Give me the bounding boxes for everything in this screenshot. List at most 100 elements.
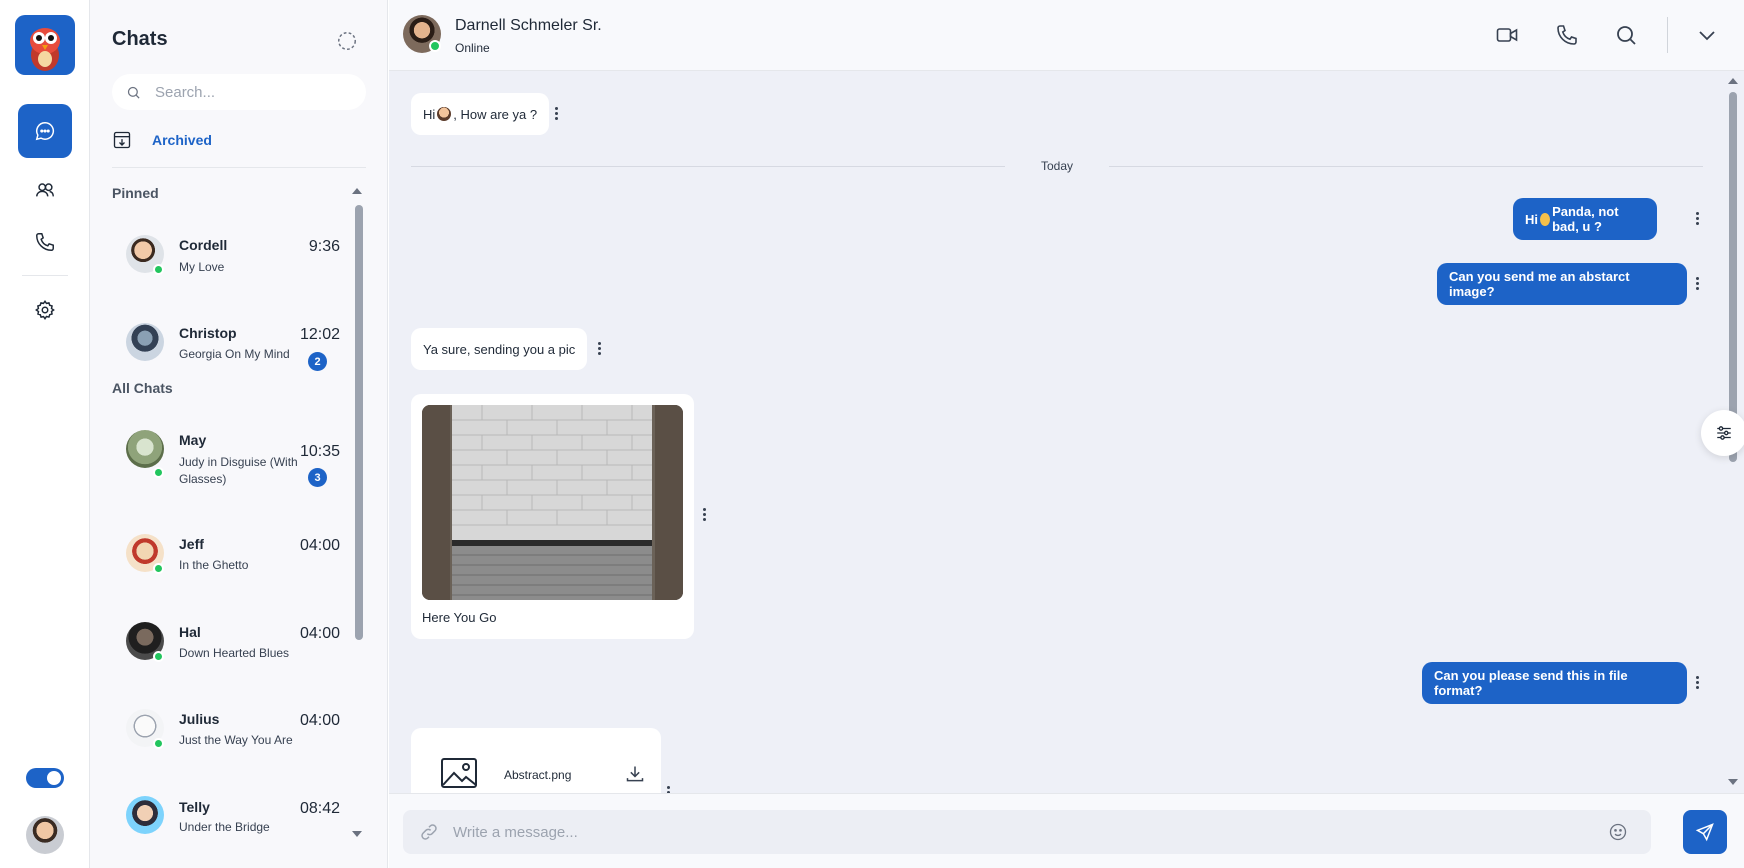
- list-scrollbar[interactable]: [355, 205, 363, 640]
- gear-icon: [35, 300, 55, 321]
- chat-time: 08:42: [299, 800, 340, 817]
- sliders-icon: [1717, 426, 1731, 440]
- composer-box: [403, 810, 1651, 854]
- contact-status: Online: [455, 41, 490, 55]
- chevron-down-icon[interactable]: [1695, 23, 1719, 47]
- chat-item[interactable]: Hal Down Hearted Blues 04:00: [90, 614, 340, 684]
- emoji-icon[interactable]: [1608, 822, 1628, 842]
- archived-link[interactable]: Archived: [112, 130, 212, 150]
- archived-label: Archived: [152, 132, 212, 148]
- online-indicator: [153, 738, 164, 749]
- message-outgoing[interactable]: Hi Panda, not bad, u ?: [1513, 198, 1657, 240]
- conversation-scroll-up[interactable]: [1728, 78, 1738, 84]
- unread-badge: 2: [308, 352, 327, 371]
- message-options-icon[interactable]: [553, 107, 559, 123]
- message-outgoing[interactable]: Can you please send this in file format?: [1422, 662, 1687, 704]
- phone-icon: [36, 233, 54, 251]
- contact-name: Darnell Schmeler Sr.: [455, 17, 602, 34]
- image-caption: Here You Go: [422, 610, 497, 625]
- nav-chats-button[interactable]: [18, 104, 72, 158]
- online-indicator: [153, 264, 164, 275]
- date-divider-line: [411, 166, 1005, 167]
- message-options-icon[interactable]: [1694, 277, 1700, 293]
- video-icon[interactable]: [1495, 23, 1519, 47]
- chat-preview: In the Ghetto: [179, 558, 249, 572]
- online-indicator: [153, 563, 164, 574]
- chat-name: Telly: [179, 799, 210, 815]
- nav-contacts-button[interactable]: [18, 163, 72, 217]
- phone-icon[interactable]: [1555, 23, 1579, 47]
- online-indicator: [153, 651, 164, 662]
- chat-name: Julius: [179, 711, 220, 727]
- download-icon[interactable]: [625, 764, 645, 784]
- header-divider: [1667, 17, 1668, 53]
- message-text-start: Hi: [1525, 211, 1538, 227]
- chat-name: Christop: [179, 325, 237, 341]
- avatar: [126, 796, 164, 834]
- message-input[interactable]: [451, 810, 1551, 854]
- theme-toggle[interactable]: [26, 768, 64, 788]
- message-incoming[interactable]: Ya sure, sending you a pic: [411, 328, 588, 370]
- rail-divider: [22, 275, 68, 276]
- list-scroll-down[interactable]: [352, 831, 362, 837]
- avatar: [126, 323, 164, 361]
- search-icon: [127, 86, 140, 99]
- app-logo[interactable]: [15, 15, 75, 75]
- online-indicator: [429, 40, 441, 52]
- panel-title: Chats: [112, 28, 168, 50]
- message-text-end: , How are ya ?: [453, 106, 538, 122]
- image-message[interactable]: Here You Go: [411, 394, 694, 639]
- chat-item[interactable]: May Judy in Disguise (With Glasses) 10:3…: [90, 423, 340, 493]
- archive-icon: [113, 131, 131, 149]
- chat-icon: [35, 122, 55, 141]
- conversation-scrollbar[interactable]: [1729, 92, 1737, 462]
- chat-time: 9:36: [308, 238, 340, 255]
- profile-avatar[interactable]: [26, 816, 64, 854]
- nav-settings-button[interactable]: [18, 283, 72, 337]
- message-options-icon[interactable]: [596, 342, 602, 358]
- date-divider-label: Today: [1041, 159, 1074, 173]
- message-outgoing[interactable]: Can you send me an abstarct image?: [1437, 263, 1687, 305]
- image-file-icon: [441, 758, 477, 788]
- message-incoming[interactable]: Hi , How are ya ?: [411, 93, 550, 135]
- waving-hand-emoji: [437, 107, 452, 121]
- chat-time: 04:00: [299, 625, 340, 642]
- search-input[interactable]: [153, 82, 353, 102]
- message-composer: [389, 793, 1744, 868]
- message-options-icon[interactable]: [701, 508, 707, 524]
- chat-preview: My Love: [179, 260, 225, 274]
- chat-time: 04:00: [299, 712, 340, 729]
- all-chats-label: All Chats: [112, 380, 173, 396]
- avatar: [126, 430, 164, 468]
- chat-list-panel: Chats Archived Pinned Cordell My Love 9:…: [90, 0, 388, 868]
- chat-preview: Down Hearted Blues: [179, 646, 290, 660]
- attach-icon[interactable]: [419, 822, 439, 842]
- chat-item[interactable]: Telly Under the Bridge 08:42: [90, 789, 340, 859]
- message-options-icon[interactable]: [1694, 212, 1700, 228]
- file-message[interactable]: Abstract.png: [411, 728, 661, 795]
- send-button[interactable]: [1683, 810, 1727, 854]
- left-rail: [0, 0, 90, 868]
- chat-item[interactable]: Christop Georgia On My Mind 12:02 2: [90, 308, 340, 378]
- nav-calls-button[interactable]: [18, 215, 72, 269]
- conversation-pane: Darnell Schmeler Sr. Online Hi , How are…: [389, 0, 1744, 868]
- conversation-header: Darnell Schmeler Sr. Online: [389, 0, 1744, 71]
- chat-time: 12:02: [299, 326, 340, 343]
- chat-item[interactable]: Cordell My Love 9:36: [90, 220, 340, 290]
- send-icon: [1695, 823, 1714, 842]
- conversation-scroll-down[interactable]: [1728, 779, 1738, 785]
- chat-preview: Judy in Disguise (With Glasses): [179, 455, 298, 486]
- search-icon[interactable]: [1614, 23, 1638, 47]
- chat-item[interactable]: Jeff In the Ghetto 04:00: [90, 526, 340, 596]
- status-circle-icon[interactable]: [336, 30, 358, 52]
- file-name: Abstract.png: [504, 768, 572, 782]
- contacts-icon: [36, 183, 54, 197]
- shared-image[interactable]: [422, 405, 683, 600]
- unread-badge: 3: [308, 468, 327, 487]
- list-scroll-up[interactable]: [352, 188, 362, 194]
- date-divider-line: [1109, 166, 1703, 167]
- chat-item[interactable]: Julius Just the Way You Are 04:00: [90, 701, 340, 771]
- message-options-icon[interactable]: [1694, 676, 1700, 692]
- chat-name: Jeff: [179, 536, 204, 552]
- customize-button[interactable]: [1701, 410, 1744, 456]
